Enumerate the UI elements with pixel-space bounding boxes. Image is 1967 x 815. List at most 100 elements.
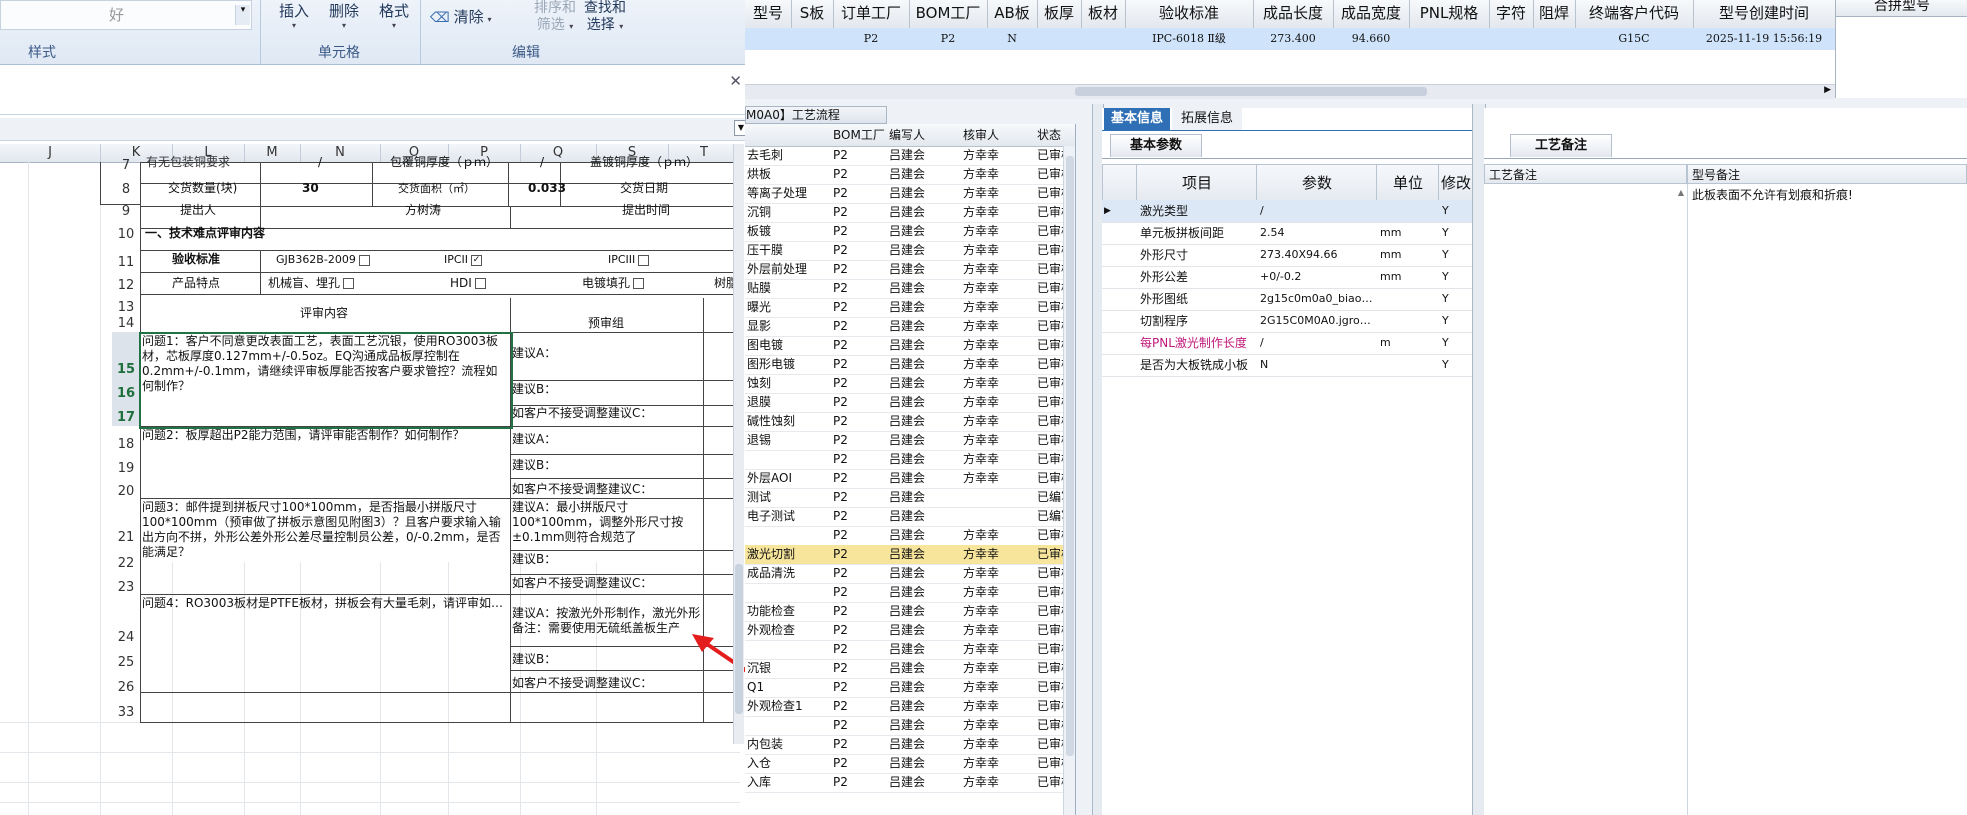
sort-filter-button[interactable]: 排序和 筛选 ▾ bbox=[530, 0, 580, 36]
process-row[interactable]: 图形电镀P2吕建会方幸幸已审核 bbox=[745, 355, 1075, 375]
process-row[interactable]: 沉铜P2吕建会方幸幸已审核 bbox=[745, 203, 1075, 223]
tab-extended-info[interactable]: 拓展信息 bbox=[1172, 108, 1242, 130]
process-row[interactable]: 板镀P2吕建会方幸幸已审核 bbox=[745, 222, 1075, 242]
col-header-material[interactable]: 板材 bbox=[1081, 0, 1126, 28]
q4-suggestion-a[interactable]: 建议A：按激光外形制作，激光外形备注：需要使用无硫纸盖板生产 bbox=[512, 606, 708, 636]
col-header-model[interactable]: 型号 bbox=[745, 0, 792, 28]
row-number-26[interactable]: 26 bbox=[112, 680, 140, 695]
row-number-7[interactable]: 7 bbox=[112, 158, 140, 173]
col-header-modify[interactable]: 修改 bbox=[1438, 164, 1474, 202]
process-row[interactable]: 去毛刺P2吕建会方幸幸已审核 bbox=[745, 146, 1075, 166]
scrollbar-thumb[interactable] bbox=[1066, 156, 1074, 756]
process-row[interactable]: 烘板P2吕建会方幸幸已审核 bbox=[745, 165, 1075, 185]
param-row[interactable]: 单元板拼板间距 2.54 mm Y bbox=[1102, 222, 1472, 245]
col-header-soldermask[interactable]: 阻焊 bbox=[1533, 0, 1576, 28]
q1-suggestion-a[interactable]: 建议A： bbox=[512, 346, 556, 361]
process-row[interactable]: 显影P2吕建会方幸幸已审核 bbox=[745, 317, 1075, 337]
cell-feature-opt1[interactable]: 机械盲、埋孔 bbox=[268, 276, 355, 291]
checkbox-icon[interactable] bbox=[343, 278, 355, 289]
cell-delivery-area[interactable]: 0.033 bbox=[528, 181, 566, 196]
row-number-19[interactable]: 19 bbox=[112, 461, 140, 476]
tab-basic-info[interactable]: 基本信息 bbox=[1104, 108, 1170, 130]
row-number-25[interactable]: 25 bbox=[112, 655, 140, 670]
col-header-item[interactable]: 项目 bbox=[1136, 164, 1258, 202]
cell-created-time[interactable]: 2025-11-19 15:56:19 bbox=[1693, 28, 1835, 50]
process-row[interactable]: 外观检查1P2吕建会方幸幸已审核 bbox=[745, 697, 1075, 717]
cell-style-gallery[interactable]: 好 ▾ bbox=[0, 0, 252, 30]
q3-suggestion-a[interactable]: 建议A：最小拼版尺寸100*100mm，调整外形尺寸按±0.1mm则符合规范了 bbox=[512, 500, 702, 545]
process-row[interactable]: P2吕建会方幸幸已审核 bbox=[745, 526, 1075, 546]
q4-suggestion-c[interactable]: 如客户不接受调整建议C： bbox=[512, 676, 652, 691]
process-row[interactable]: P2吕建会方幸幸已审核 bbox=[745, 583, 1075, 603]
col-header-unit[interactable]: 单位 bbox=[1376, 164, 1440, 202]
row-number-23[interactable]: 23 bbox=[112, 580, 140, 595]
cell-length[interactable]: 273.400 bbox=[1253, 28, 1333, 50]
row-number-18[interactable]: 18 bbox=[112, 437, 140, 452]
col-header-s-board[interactable]: S板 bbox=[791, 0, 834, 28]
row-number-8[interactable]: 8 bbox=[112, 182, 140, 197]
process-row[interactable]: 退锡P2吕建会方幸幸已审核 bbox=[745, 431, 1075, 451]
col-header-bom-factory[interactable]: BOM工厂 bbox=[833, 124, 885, 146]
param-row[interactable]: 每PNL激光制作长度 / m Y bbox=[1102, 332, 1472, 355]
process-row[interactable]: 碱性蚀刻P2吕建会方幸幸已审核 bbox=[745, 412, 1075, 432]
model-remark-text[interactable]: 此板表面不允许有划痕和折痕! bbox=[1692, 186, 1853, 203]
gallery-more-icon[interactable]: ▾ bbox=[235, 5, 250, 25]
clear-button[interactable]: ⌫ 清除 ▾ bbox=[430, 6, 491, 26]
cell-standard-opt3[interactable]: IPCIII bbox=[608, 252, 650, 267]
process-row[interactable]: P2吕建会方幸幸已审核 bbox=[745, 716, 1075, 736]
process-list-scrollbar[interactable] bbox=[1063, 146, 1075, 815]
cell-r7-value[interactable]: / bbox=[318, 155, 322, 170]
cell-r7-label2[interactable]: 包覆铜厚度（ｐｍ） bbox=[390, 155, 510, 170]
col-header-thickness[interactable]: 板厚 bbox=[1037, 0, 1082, 28]
process-row[interactable]: 图电镀P2吕建会方幸幸已审核 bbox=[745, 336, 1075, 356]
process-row[interactable]: 激光切割P2吕建会方幸幸已审核 bbox=[745, 545, 1075, 565]
process-row[interactable]: 入仓P2吕建会方幸幸已审核 bbox=[745, 754, 1075, 774]
col-header-width[interactable]: 成品宽度 bbox=[1333, 0, 1410, 28]
process-row[interactable]: 外层AOIP2吕建会方幸幸已审核 bbox=[745, 469, 1075, 489]
param-param-cell[interactable]: 2.54 bbox=[1260, 222, 1374, 244]
param-row[interactable]: 外形公差 +0/-0.2 mm Y bbox=[1102, 266, 1472, 289]
process-row[interactable]: Q1P2吕建会方幸幸已审核 bbox=[745, 678, 1075, 698]
param-param-cell[interactable]: 273.40X94.66 bbox=[1260, 244, 1374, 266]
param-param-cell[interactable]: 2G15C0M0A0.jgrou... bbox=[1260, 310, 1374, 332]
cell-product-feature-label[interactable]: 产品特点 bbox=[172, 276, 220, 291]
cell-proposer-label[interactable]: 提出人 bbox=[180, 203, 216, 218]
col-header-length[interactable]: 成品长度 bbox=[1253, 0, 1334, 28]
col-header-created[interactable]: 型号创建时间 bbox=[1693, 0, 1836, 28]
checkbox-icon[interactable] bbox=[358, 254, 370, 266]
q1-suggestion-b[interactable]: 建议B： bbox=[512, 382, 556, 397]
find-select-button[interactable]: 查找和 选择 ▾ bbox=[580, 0, 630, 36]
q1-suggestion-c[interactable]: 如客户不接受调整建议C： bbox=[512, 406, 652, 421]
q3-suggestion-b[interactable]: 建议B： bbox=[512, 552, 556, 567]
row-number-17[interactable]: 17 bbox=[112, 410, 140, 425]
cell-r7-label[interactable]: 有无包装铜要求 bbox=[146, 155, 256, 170]
col-header-merged-model[interactable]: 合拼型号 bbox=[1836, 0, 1967, 17]
cell-r7-label3[interactable]: 盖镀铜厚度（ｐｍ） bbox=[590, 155, 730, 170]
question-3-text[interactable]: 问题3：邮件提到拼板尺寸100*100mm，是否指最小拼版尺寸100*100mm… bbox=[142, 500, 506, 560]
checkbox-icon[interactable] bbox=[633, 278, 645, 289]
process-row[interactable]: 测试P2吕建会已编写 bbox=[745, 488, 1075, 508]
row-indicator-icon[interactable]: ▶ bbox=[1104, 200, 1134, 222]
process-row[interactable]: 功能检查P2吕建会方幸幸已审核 bbox=[745, 602, 1075, 622]
row-number-33[interactable]: 33 bbox=[112, 705, 140, 720]
col-header-pnl[interactable]: PNL规格 bbox=[1409, 0, 1490, 28]
col-header-process-remark[interactable]: 工艺备注 bbox=[1484, 164, 1687, 184]
row-number-22[interactable]: 22 bbox=[112, 556, 140, 571]
row-number-11[interactable]: 11 bbox=[112, 255, 140, 270]
col-header-writer[interactable]: 编写人 bbox=[889, 124, 925, 146]
param-row[interactable]: 外形图纸 2g15c0m0a0_biaoz... Y bbox=[1102, 288, 1472, 311]
tab-process-remarks[interactable]: 工艺备注 bbox=[1510, 134, 1612, 157]
cell-feature-opt2[interactable]: HDI bbox=[450, 276, 486, 291]
param-param-cell[interactable]: +0/-0.2 bbox=[1260, 266, 1374, 288]
cell-bom-factory[interactable]: P2 bbox=[909, 28, 987, 50]
process-row[interactable]: 贴膜P2吕建会方幸幸已审核 bbox=[745, 279, 1075, 299]
param-param-cell[interactable]: N bbox=[1260, 354, 1374, 376]
col-header-order-factory[interactable]: 订单工厂 bbox=[833, 0, 910, 28]
row-number-9[interactable]: 9 bbox=[112, 204, 140, 219]
process-row[interactable]: 成品清洗P2吕建会方幸幸已审核 bbox=[745, 564, 1075, 584]
param-row[interactable]: 是否为大板铣成小板 N Y bbox=[1102, 354, 1472, 377]
q2-suggestion-a[interactable]: 建议A： bbox=[512, 432, 556, 447]
checkbox-checked-icon[interactable]: ✓ bbox=[471, 254, 483, 266]
scrollbar-thumb[interactable] bbox=[1075, 87, 1427, 96]
col-J[interactable]: J bbox=[0, 144, 101, 162]
